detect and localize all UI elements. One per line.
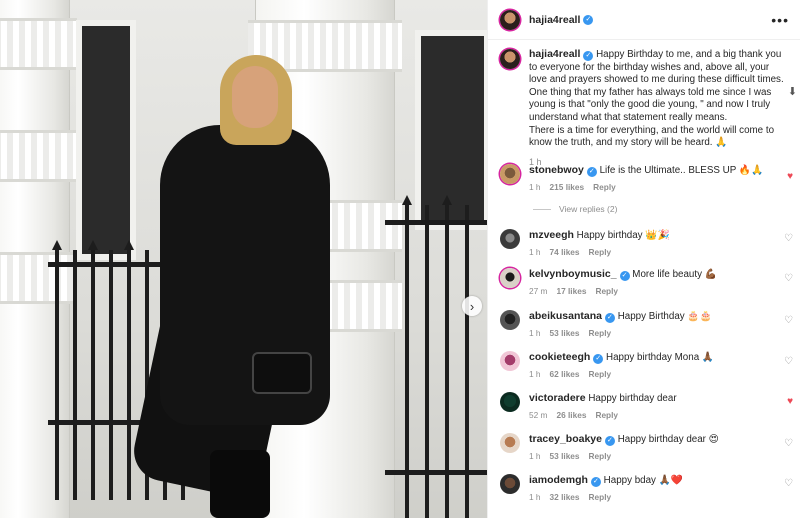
comment-text: Happy Birthday 🎂🎂 xyxy=(617,311,712,322)
comment-username[interactable]: abeikusantana xyxy=(529,310,602,322)
comment-likes[interactable]: 53 likes xyxy=(550,328,580,338)
reply-button[interactable]: Reply xyxy=(589,328,612,338)
verified-badge-icon: ✓ xyxy=(619,271,630,281)
view-replies-label[interactable]: View replies (2) xyxy=(559,204,617,214)
post-photo[interactable]: › xyxy=(0,0,487,518)
avatar[interactable] xyxy=(500,268,520,288)
photo-window-left xyxy=(76,20,136,260)
comment-likes[interactable]: 26 likes xyxy=(556,410,586,420)
chevron-right-icon[interactable]: › xyxy=(462,296,482,316)
verified-badge-icon: ✓ xyxy=(583,14,594,25)
comment-item: victoradere Happy birthday dear 52 m 26 l… xyxy=(500,392,798,420)
post-author-username[interactable]: hajia4reall xyxy=(529,14,580,26)
comment-username[interactable]: tracey_boakye xyxy=(529,433,602,445)
comments-scroll-area[interactable]: ⬇ hajia4reall ✓ Happy Birthday to me, and… xyxy=(488,40,800,518)
verified-badge-icon: ✓ xyxy=(590,477,601,487)
comment-item: kelvynboymusic_ ✓ More life beauty 💪🏾 27 … xyxy=(500,268,798,296)
avatar[interactable] xyxy=(500,49,520,69)
comment-time: 1 h xyxy=(529,328,541,338)
comment-likes[interactable]: 74 likes xyxy=(550,247,580,257)
comment-username[interactable]: iamodemgh xyxy=(529,474,588,486)
comment-text: Happy birthday dear xyxy=(588,393,677,404)
comment-item: cookieteegh ✓ Happy birthday Mona 🙏🏾 1 h 6… xyxy=(500,351,798,379)
caption-line-2: One thing that my father has always told… xyxy=(529,86,772,123)
avatar[interactable] xyxy=(500,310,520,330)
avatar[interactable] xyxy=(500,392,520,412)
view-replies-button[interactable]: View replies (2) xyxy=(533,204,617,214)
photo-column-left xyxy=(0,0,77,518)
heart-icon[interactable]: ♡ xyxy=(784,438,793,449)
comment-time: 1 h xyxy=(529,182,541,192)
comment-item: tracey_boakye ✓ Happy birthday dear 😍 1 h… xyxy=(500,433,798,461)
reply-button[interactable]: Reply xyxy=(595,410,618,420)
comment-likes[interactable]: 17 likes xyxy=(556,286,586,296)
verified-badge-icon: ✓ xyxy=(593,354,604,364)
comment-username[interactable]: victoradere xyxy=(529,392,586,404)
comment-time: 52 m xyxy=(529,410,548,420)
reply-button[interactable]: Reply xyxy=(589,369,612,379)
reply-button[interactable]: Reply xyxy=(589,492,612,502)
comment-likes[interactable]: 62 likes xyxy=(550,369,580,379)
heart-icon[interactable]: ♡ xyxy=(784,315,793,326)
heart-icon[interactable]: ♡ xyxy=(784,478,793,489)
comment-item: stonebwoy ✓ Life is the Ultimate.. BLESS … xyxy=(500,164,798,192)
reply-button[interactable]: Reply xyxy=(589,247,612,257)
avatar[interactable] xyxy=(500,474,520,494)
caption-username[interactable]: hajia4reall xyxy=(529,48,580,60)
comment-text: Happy bday 🙏🏾❤️ xyxy=(603,475,684,486)
comment-time: 27 m xyxy=(529,286,548,296)
reply-button[interactable]: Reply xyxy=(595,286,618,296)
comment-item: abeikusantana ✓ Happy Birthday 🎂🎂 1 h 53 l… xyxy=(500,310,798,338)
avatar[interactable] xyxy=(500,164,520,184)
comment-username[interactable]: kelvynboymusic_ xyxy=(529,268,617,280)
comment-text: Happy birthday Mona 🙏🏾 xyxy=(606,352,715,363)
heart-icon[interactable]: ♡ xyxy=(784,273,793,284)
comment-likes[interactable]: 215 likes xyxy=(550,182,585,192)
caption-line-3: There is a time for everything, and the … xyxy=(529,124,775,149)
photo-boot xyxy=(210,450,270,518)
view-replies-divider xyxy=(533,208,551,210)
comment-text: Life is the Ultimate.. BLESS UP 🔥🙏 xyxy=(599,165,764,176)
post-caption: hajia4reall ✓ Happy Birthday to me, and a… xyxy=(500,48,790,167)
comment-username[interactable]: stonebwoy xyxy=(529,164,584,176)
comment-time: 1 h xyxy=(529,369,541,379)
heart-icon[interactable]: ♥ xyxy=(787,171,793,182)
photo-figure-face xyxy=(232,66,278,128)
photo-background xyxy=(0,0,487,518)
verified-badge-icon: ✓ xyxy=(604,313,615,323)
verified-badge-icon: ✓ xyxy=(586,167,597,177)
avatar[interactable] xyxy=(500,351,520,371)
photo-handbag xyxy=(252,352,312,394)
avatar[interactable] xyxy=(500,9,520,30)
comment-text: Happy birthday 👑🎉 xyxy=(576,230,670,241)
reply-button[interactable]: Reply xyxy=(593,182,616,192)
comment-username[interactable]: cookieteegh xyxy=(529,351,590,363)
comments-panel: hajia4reall ✓ ••• ⬇ hajia4reall ✓ Happy B… xyxy=(487,0,800,518)
comment-likes[interactable]: 53 likes xyxy=(550,451,580,461)
avatar[interactable] xyxy=(500,229,520,249)
avatar[interactable] xyxy=(500,433,520,453)
comment-time: 1 h xyxy=(529,451,541,461)
comment-time: 1 h xyxy=(529,492,541,502)
comment-username[interactable]: mzveegh xyxy=(529,229,574,241)
comment-likes[interactable]: 32 likes xyxy=(550,492,580,502)
comment-item: iamodemgh ✓ Happy bday 🙏🏾❤️ 1 h 32 likes Re… xyxy=(500,474,798,502)
comment-text: Happy birthday dear 😍 xyxy=(617,434,719,445)
heart-icon[interactable]: ♥ xyxy=(787,396,793,407)
comment-time: 1 h xyxy=(529,247,541,257)
reply-button[interactable]: Reply xyxy=(589,451,612,461)
comment-text: More life beauty 💪🏾 xyxy=(632,269,717,280)
more-options-icon[interactable]: ••• xyxy=(771,12,789,28)
verified-badge-icon: ✓ xyxy=(583,51,594,61)
comment-item: mzveegh Happy birthday 👑🎉 1 h 74 likes Rep… xyxy=(500,229,798,257)
heart-icon[interactable]: ♡ xyxy=(784,356,793,367)
heart-icon[interactable]: ♡ xyxy=(784,233,793,244)
verified-badge-icon: ✓ xyxy=(604,436,615,446)
post-header: hajia4reall ✓ ••• xyxy=(488,0,800,40)
